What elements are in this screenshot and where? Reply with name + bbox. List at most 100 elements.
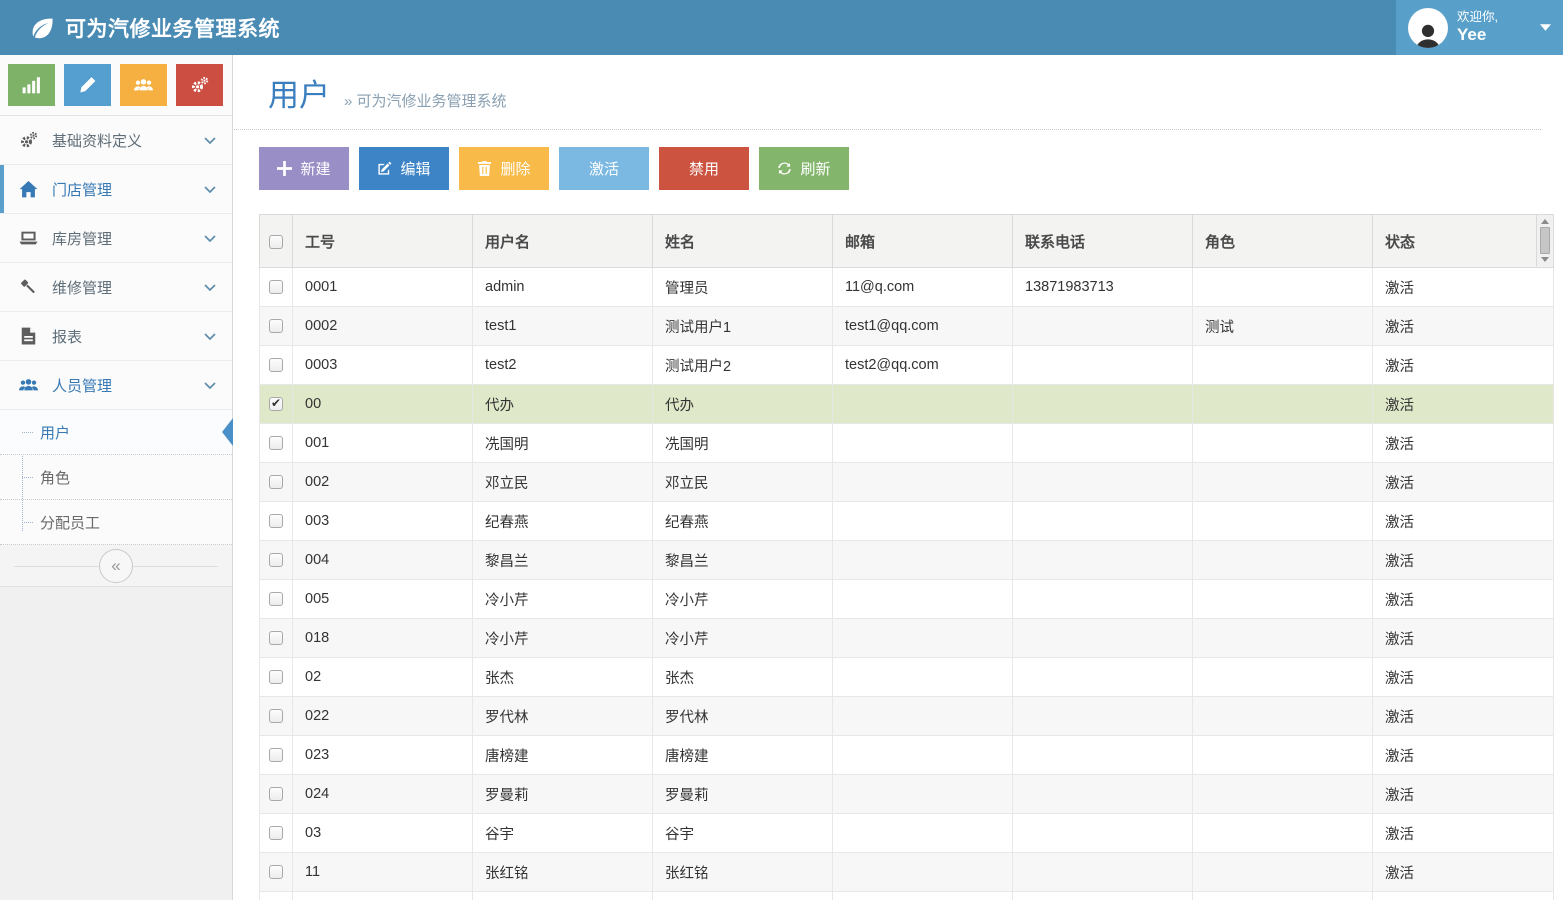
- table-row[interactable]: 005冷小芹冷小芹激活: [260, 580, 1554, 619]
- cell-id: 0003: [293, 346, 473, 385]
- scroll-up-icon[interactable]: [1541, 219, 1549, 224]
- quick-edit-button[interactable]: [64, 64, 111, 106]
- quick-stats-button[interactable]: [8, 64, 55, 106]
- column-header-6[interactable]: 状态: [1373, 215, 1554, 268]
- row-checkbox[interactable]: [269, 670, 283, 684]
- table-row[interactable]: 022罗代林罗代林激活: [260, 697, 1554, 736]
- cell-phone: [1013, 463, 1193, 502]
- column-header-4[interactable]: 联系电话: [1013, 215, 1193, 268]
- cell-username: 谷宇: [473, 814, 653, 853]
- row-checkbox[interactable]: [269, 319, 283, 333]
- cell-role: [1193, 619, 1373, 658]
- submenu-item-1[interactable]: 角色: [0, 455, 232, 500]
- table-row[interactable]: 12激活: [260, 892, 1554, 900]
- sidebar-item-1[interactable]: 门店管理: [0, 165, 232, 214]
- sidebar-item-5[interactable]: 人员管理: [0, 361, 232, 410]
- row-checkbox[interactable]: [269, 709, 283, 723]
- cell-name: 谷宇: [653, 814, 833, 853]
- cell-role: 测试: [1193, 307, 1373, 346]
- toolbar-button-1[interactable]: 编辑: [359, 147, 449, 190]
- submenu-item-0[interactable]: 用户: [0, 410, 232, 455]
- toolbar-button-3[interactable]: 激活: [559, 147, 649, 190]
- toolbar-button-label: 禁用: [689, 158, 719, 179]
- scrollbar-thumb[interactable]: [1540, 227, 1550, 254]
- row-checkbox[interactable]: [269, 475, 283, 489]
- row-checkbox-cell: [260, 463, 293, 502]
- users-table: 工号用户名姓名邮箱联系电话角色状态 0001admin管理员11@q.com13…: [259, 214, 1554, 900]
- cell-role: [1193, 892, 1373, 900]
- select-all-header[interactable]: [260, 215, 293, 268]
- table-row[interactable]: 002邓立民邓立民激活: [260, 463, 1554, 502]
- row-checkbox[interactable]: [269, 358, 283, 372]
- row-checkbox[interactable]: [269, 280, 283, 294]
- sidebar-item-0[interactable]: 基础资料定义: [0, 116, 232, 165]
- toolbar-button-label: 新建: [300, 158, 330, 179]
- table-row[interactable]: 02张杰张杰激活: [260, 658, 1554, 697]
- toolbar-button-5[interactable]: 刷新: [759, 147, 849, 190]
- scroll-down-icon[interactable]: [1541, 257, 1549, 262]
- row-checkbox[interactable]: [269, 514, 283, 528]
- cell-status: 激活: [1373, 892, 1554, 900]
- cell-status: 激活: [1373, 502, 1554, 541]
- table-row[interactable]: 0001admin管理员11@q.com13871983713激活: [260, 268, 1554, 307]
- row-checkbox[interactable]: [269, 631, 283, 645]
- table-row[interactable]: 023唐榜建唐榜建激活: [260, 736, 1554, 775]
- cell-name: 冼国明: [653, 424, 833, 463]
- table-row[interactable]: 003纪春燕纪春燕激活: [260, 502, 1554, 541]
- table-row[interactable]: 004黎昌兰黎昌兰激活: [260, 541, 1554, 580]
- row-checkbox-cell: [260, 580, 293, 619]
- cell-phone: [1013, 658, 1193, 697]
- chevron-down-icon: [204, 284, 216, 291]
- cell-email: [833, 658, 1013, 697]
- cell-status: 激活: [1373, 346, 1554, 385]
- chevron-down-icon: [204, 382, 216, 389]
- row-checkbox[interactable]: [269, 787, 283, 801]
- cell-phone: 13871983713: [1013, 268, 1193, 307]
- cell-id: 018: [293, 619, 473, 658]
- user-menu[interactable]: 欢迎你, Yee: [1396, 0, 1563, 55]
- sidebar-item-3[interactable]: 维修管理: [0, 263, 232, 312]
- row-checkbox[interactable]: [269, 865, 283, 879]
- sidebar-collapse-button[interactable]: «: [99, 549, 133, 583]
- chart-bars-icon: [22, 76, 41, 94]
- table-row[interactable]: 00代办代办激活: [260, 385, 1554, 424]
- quick-users-button[interactable]: [120, 64, 167, 106]
- row-checkbox[interactable]: [269, 826, 283, 840]
- table-row[interactable]: 0002test1测试用户1test1@qq.com测试激活: [260, 307, 1554, 346]
- table-row[interactable]: 001冼国明冼国明激活: [260, 424, 1554, 463]
- cell-phone: [1013, 853, 1193, 892]
- chevron-down-icon: [204, 235, 216, 242]
- cell-phone: [1013, 814, 1193, 853]
- submenu-item-2[interactable]: 分配员工: [0, 500, 232, 545]
- toolbar-button-4[interactable]: 禁用: [659, 147, 749, 190]
- table-row[interactable]: 018冷小芹冷小芹激活: [260, 619, 1554, 658]
- sidebar-item-4[interactable]: 报表: [0, 312, 232, 361]
- row-checkbox[interactable]: [269, 748, 283, 762]
- cell-name: 唐榜建: [653, 736, 833, 775]
- gavel-icon: [18, 277, 39, 297]
- table-row[interactable]: 0003test2测试用户2test2@qq.com激活: [260, 346, 1554, 385]
- row-checkbox[interactable]: [269, 436, 283, 450]
- toolbar-button-label: 激活: [589, 158, 619, 179]
- row-checkbox[interactable]: [269, 592, 283, 606]
- toolbar-button-2[interactable]: 删除: [459, 147, 549, 190]
- sidebar-item-2[interactable]: 库房管理: [0, 214, 232, 263]
- table-row[interactable]: 11张红铭张红铭激活: [260, 853, 1554, 892]
- select-all-checkbox[interactable]: [269, 235, 283, 249]
- table-row[interactable]: 024罗曼莉罗曼莉激活: [260, 775, 1554, 814]
- column-header-0[interactable]: 工号: [293, 215, 473, 268]
- column-header-2[interactable]: 姓名: [653, 215, 833, 268]
- refresh-icon: [777, 161, 792, 176]
- toolbar-button-0[interactable]: 新建: [259, 147, 349, 190]
- row-checkbox[interactable]: [269, 397, 283, 411]
- column-header-1[interactable]: 用户名: [473, 215, 653, 268]
- row-checkbox[interactable]: [269, 553, 283, 567]
- cell-email: [833, 541, 1013, 580]
- column-header-3[interactable]: 邮箱: [833, 215, 1013, 268]
- avatar: [1408, 8, 1448, 48]
- chevron-down-icon: [204, 186, 216, 193]
- table-row[interactable]: 03谷宇谷宇激活: [260, 814, 1554, 853]
- row-checkbox-cell: [260, 307, 293, 346]
- quick-settings-button[interactable]: [176, 64, 223, 106]
- column-header-5[interactable]: 角色: [1193, 215, 1373, 268]
